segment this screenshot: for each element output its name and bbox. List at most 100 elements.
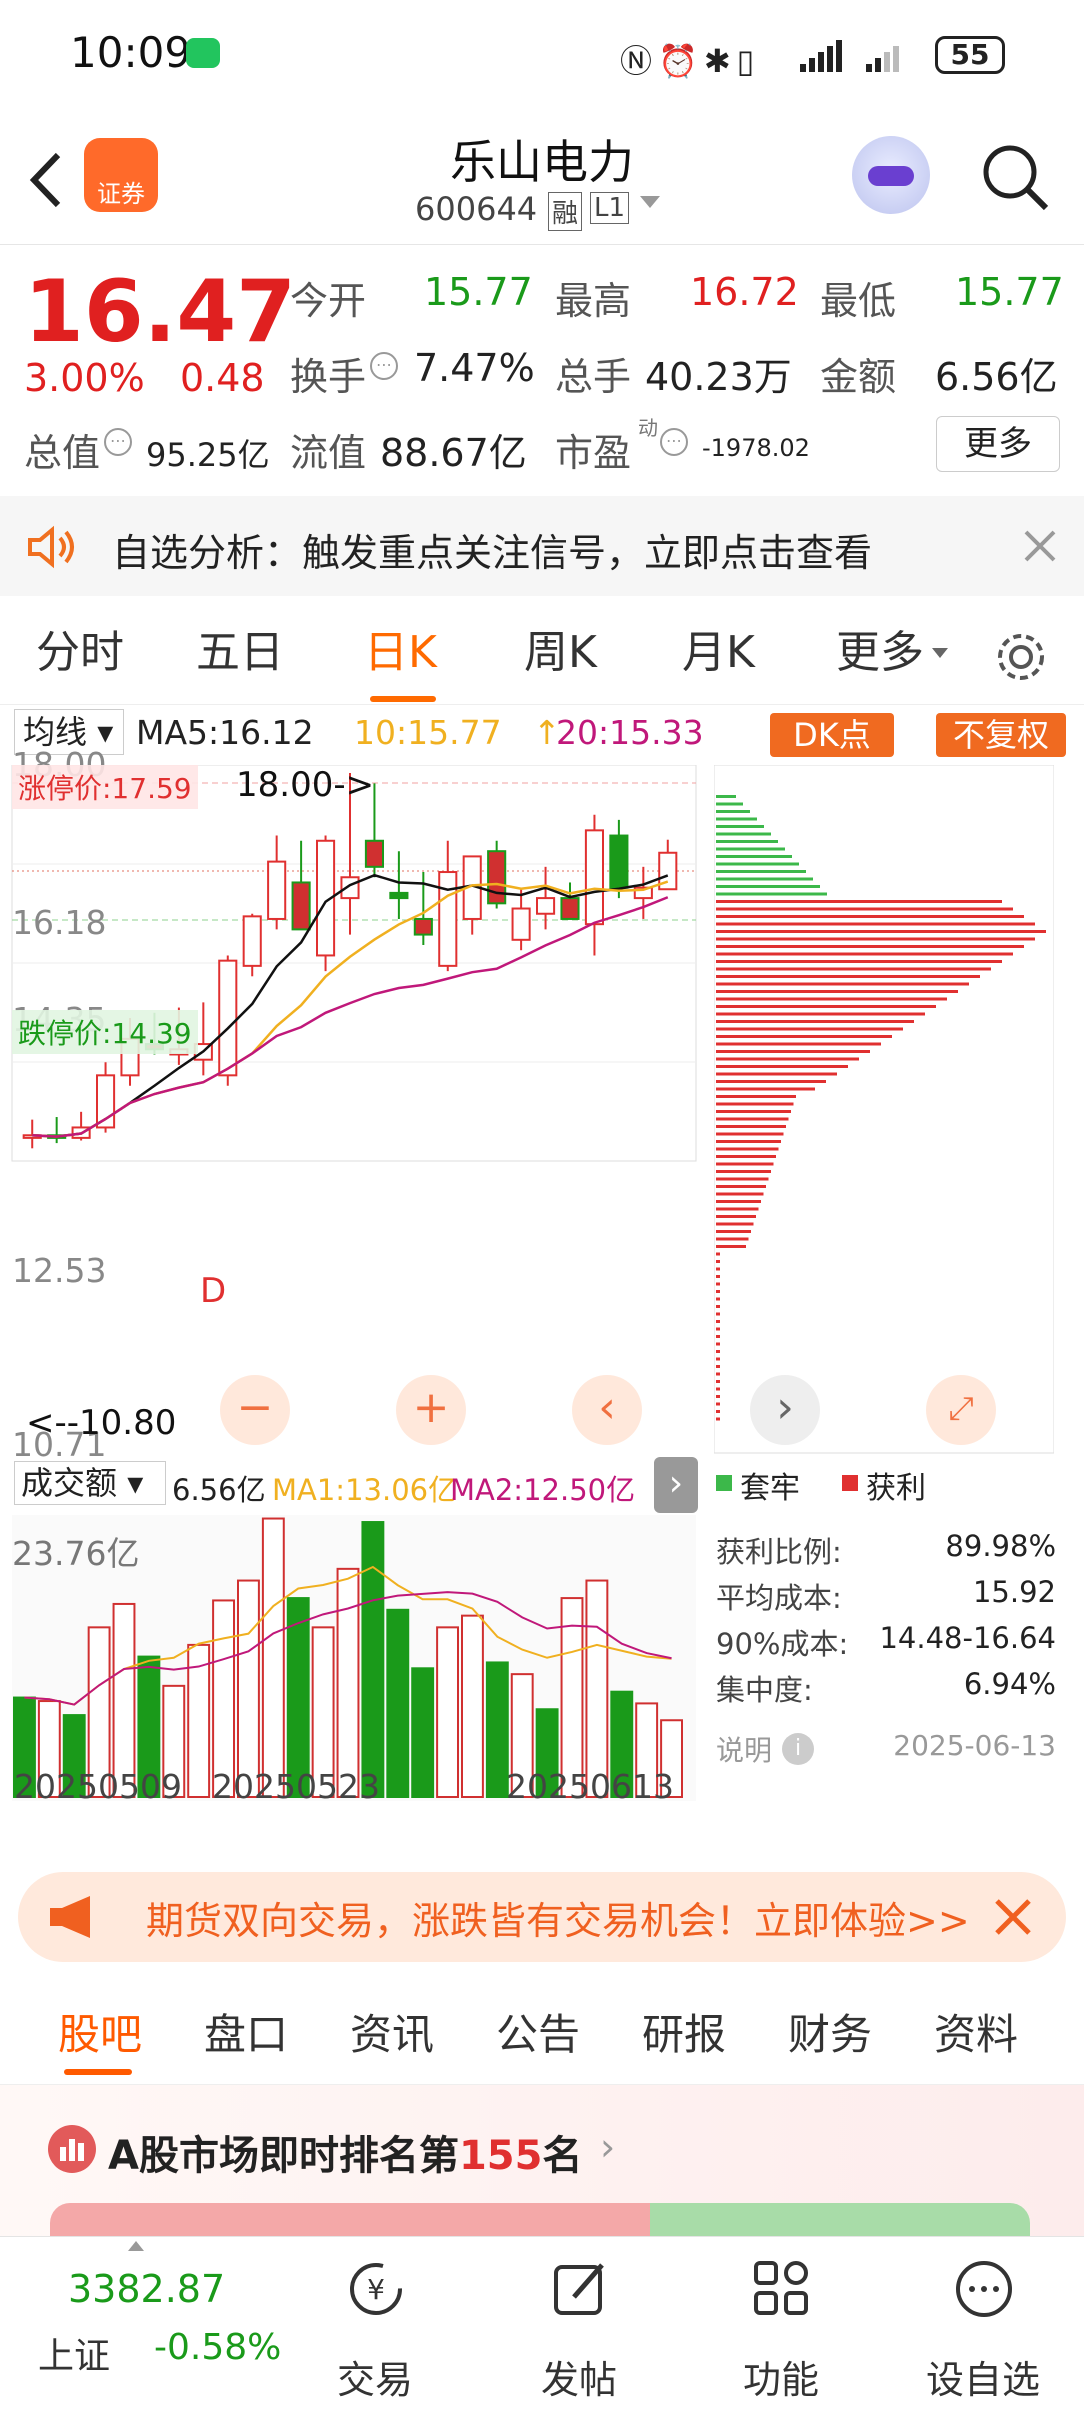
candle-body — [389, 891, 409, 900]
clock: 10:09 — [70, 28, 192, 77]
chip-bar — [716, 1350, 720, 1353]
chip-bar — [716, 990, 958, 993]
chip-bar — [716, 1102, 794, 1106]
alarm-icon: ⏰ — [658, 42, 704, 80]
float-value-label: 流值 — [290, 431, 367, 475]
chip-bar — [716, 1335, 720, 1338]
no-adjust-button[interactable]: 不复权 — [936, 713, 1066, 757]
notice-banner[interactable]: 自选分析：触发重点关注信号，立即点击查看 — [0, 496, 1084, 596]
volume-bar — [361, 1521, 385, 1799]
ma20-value: 20:15.33 — [556, 713, 704, 752]
search-icon[interactable] — [980, 142, 1050, 212]
turnover-label: 换手 — [290, 355, 367, 399]
level-badge: L1 — [590, 192, 630, 224]
candle-body — [242, 915, 262, 967]
volume-value: 40.23万 — [645, 355, 792, 399]
grid-icon — [754, 2261, 808, 2315]
chip-bar — [716, 1237, 749, 1241]
expand-up-icon[interactable] — [128, 2241, 144, 2251]
index-value[interactable]: 3382.87 — [68, 2267, 225, 2311]
nav-trade[interactable]: ¥ 交易 — [300, 2237, 450, 2413]
tab-minute[interactable]: 分时 — [36, 600, 124, 705]
info-icon[interactable]: ⋯ — [660, 428, 688, 456]
info-icon[interactable]: ⋯ — [370, 352, 398, 380]
chip-bar — [716, 945, 1024, 948]
total-value: 95.25亿 — [146, 436, 270, 474]
y-label-2: 16.18 — [12, 903, 107, 942]
chip-bar — [716, 1305, 720, 1308]
close-icon[interactable] — [1022, 528, 1058, 564]
tab-more[interactable]: 更多 — [836, 600, 924, 705]
signal-icon — [800, 40, 899, 72]
chip-bar — [716, 795, 736, 798]
expand-icon[interactable]: ⤢ — [926, 1375, 996, 1445]
candle-body — [413, 917, 433, 936]
chip-note-link[interactable]: 说明 — [716, 1729, 772, 1769]
nav-add-watchlist[interactable]: 设自选 — [908, 2237, 1058, 2413]
tab-monthly-k[interactable]: 月K — [682, 600, 755, 705]
chip-bar — [716, 810, 750, 813]
tab-five-day[interactable]: 五日 — [196, 600, 284, 705]
chip-bar — [716, 1387, 720, 1391]
chip-distribution — [714, 765, 1054, 1454]
zoom-out-button[interactable]: − — [220, 1375, 290, 1445]
total-value-label: 总值 — [24, 431, 101, 475]
info-icon[interactable]: i — [782, 1733, 814, 1765]
svg-text:¥: ¥ — [367, 2273, 385, 2306]
chip-bar — [716, 1177, 769, 1181]
low-marker: <--10.80 — [26, 1403, 177, 1443]
nav-post[interactable]: 发帖 — [504, 2237, 654, 2413]
chip-bar — [716, 877, 813, 881]
info-icon[interactable]: ⋯ — [104, 428, 132, 456]
dropdown-icon[interactable] — [640, 196, 660, 208]
robot-assistant-icon[interactable] — [852, 136, 930, 214]
volume-ma1: MA1:13.06亿 — [272, 1473, 458, 1507]
promo-banner[interactable]: 期货双向交易，涨跌皆有交易机会！立即体验>> — [18, 1872, 1066, 1962]
tab-weekly-k[interactable]: 周K — [524, 600, 597, 705]
kline-chart[interactable] — [0, 765, 700, 1165]
chip-bar — [716, 997, 947, 1001]
tab-profile[interactable]: 资料 — [934, 1985, 1018, 2085]
chip-bar — [716, 1170, 771, 1173]
candle-body — [218, 959, 238, 1077]
close-icon[interactable] — [992, 1896, 1034, 1938]
gear-icon[interactable] — [994, 630, 1048, 684]
index-name: 上证 — [38, 2336, 111, 2377]
info-tabs: 股吧 盘口 资讯 公告 研报 财务 资料 — [0, 1985, 1084, 2085]
chip-bar — [716, 960, 1002, 963]
tab-daily-k[interactable]: 日K — [364, 600, 437, 705]
scroll-left-button[interactable]: ‹ — [572, 1375, 642, 1445]
expand-panel-button[interactable]: › — [654, 1457, 698, 1513]
volume-selector[interactable]: 成交额 ▾ — [14, 1461, 166, 1505]
chip-bar — [716, 855, 792, 858]
more-button[interactable]: 更多 — [936, 416, 1060, 472]
promo-text: 期货双向交易，涨跌皆有交易机会！立即体验>> — [146, 1899, 970, 1943]
pe-label: 市盈 — [555, 431, 632, 475]
chip-label-conc: 集中度: — [716, 1673, 813, 1707]
chip-bar — [716, 1252, 720, 1256]
chip-next-button[interactable]: › — [750, 1375, 820, 1445]
tab-finance[interactable]: 财务 — [788, 1985, 872, 2085]
volume-ma2: MA2:12.50亿 — [450, 1473, 636, 1507]
tab-pankou[interactable]: 盘口 — [204, 1985, 288, 2085]
zoom-in-button[interactable]: + — [396, 1375, 466, 1445]
bottom-nav: 3382.87 上证 -0.58% ¥ 交易 发帖 功能 设自选 — [0, 2236, 1084, 2412]
dk-point-button[interactable]: DK点 — [770, 713, 894, 757]
tab-research[interactable]: 研报 — [642, 1985, 726, 2085]
date-label-0: 20250509 — [14, 1767, 182, 1806]
bluetooth-icon: ✱ — [703, 42, 737, 80]
rank-bar[interactable]: A股市场即时排名第155名 › — [0, 2085, 1084, 2243]
chip-bar — [716, 1402, 720, 1406]
pe-value: -1978.02 — [702, 434, 810, 462]
chip-bar — [716, 1140, 781, 1143]
nav-functions[interactable]: 功能 — [706, 2237, 856, 2413]
chip-bar — [716, 1342, 720, 1346]
edit-icon — [554, 2263, 604, 2315]
tab-news[interactable]: 资讯 — [350, 1985, 434, 2085]
pe-sup: 动 — [638, 416, 658, 440]
volume-bar — [386, 1608, 410, 1798]
chip-bar — [716, 1410, 720, 1413]
tab-announcements[interactable]: 公告 — [496, 1985, 580, 2085]
rank-prefix: A股市场即时排名第 — [108, 2133, 459, 2179]
chip-bar — [716, 1312, 720, 1316]
